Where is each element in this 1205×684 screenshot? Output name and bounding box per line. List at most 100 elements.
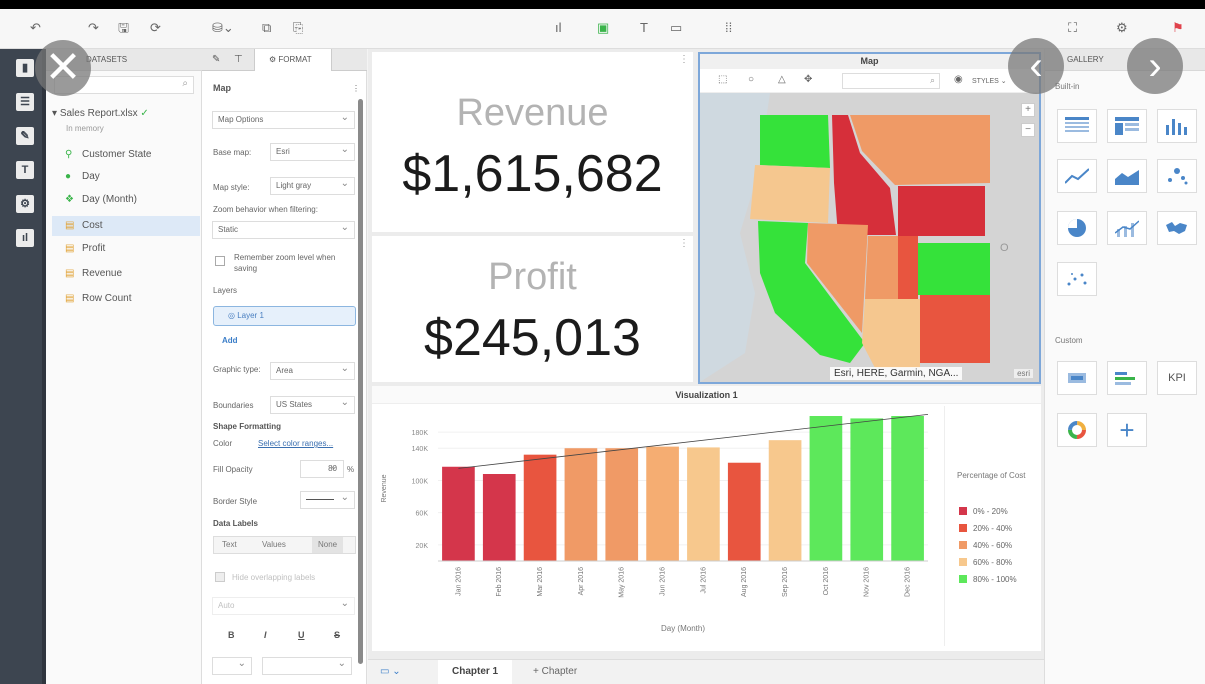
filter-icon[interactable]: T [16,161,34,179]
italic-button[interactable]: I [264,630,267,640]
bar-chart[interactable]: 180K 140K 100K 60K 20K Revenue Jan 2016 Feb 201… [372,406,944,651]
undo-icon[interactable]: ↶ [30,19,41,37]
state-arizona[interactable] [862,299,920,368]
map-options-select[interactable]: Map Options [212,110,355,129]
data-icon[interactable]: ☰ [16,93,34,111]
chart-bar[interactable] [809,416,843,561]
visualization-card[interactable]: Visualization 1 180K 140K 100K 60K 20K Revenu… [372,386,1041,651]
field-day-month[interactable]: ❖ Day (Month) [65,190,200,210]
state-wyoming[interactable] [898,186,985,236]
revenue-kpi-card[interactable]: Revenue $1,615,682 ⋮ [372,52,693,232]
custom-bar-icon[interactable] [1107,361,1147,395]
map-search-input[interactable]: ⌕ [842,73,940,89]
fullscreen-icon[interactable]: ⛶ [1068,19,1077,37]
strike-button[interactable]: S [334,630,340,640]
field-cost[interactable]: ▤ Cost [52,216,200,236]
table-chart-icon[interactable] [1057,109,1097,143]
legend-item[interactable]: 20% - 40% [959,524,1012,534]
device-preview-icon[interactable]: ▭ ⌄ [380,660,401,684]
select-polygon-icon[interactable]: △ [778,74,786,85]
text-icon[interactable]: T [640,19,648,37]
chapter-1-tab[interactable]: Chapter 1 [438,660,513,684]
scatter-chart-icon[interactable] [1157,159,1197,193]
legend-item[interactable]: 0% - 20% [959,507,1008,517]
label-position-select[interactable]: Auto [212,596,355,615]
chart-bar[interactable] [646,446,679,561]
underline-button[interactable]: U [298,630,305,640]
settings-icon[interactable]: ⚙ [1116,19,1128,37]
redo-icon[interactable]: ↷ [88,19,99,37]
chart-bar[interactable] [564,448,598,561]
state-colorado[interactable] [918,243,990,295]
map-chart-icon[interactable] [1157,211,1197,245]
state-utah-east[interactable] [898,236,918,299]
chart-bar[interactable] [727,462,761,561]
pie-chart-icon[interactable] [1057,211,1097,245]
zoom-out-button[interactable]: − [1021,123,1035,137]
pan-icon[interactable]: ✥ [804,74,812,85]
area-chart-icon[interactable] [1107,159,1147,193]
kpi-widget-icon[interactable]: KPI [1157,361,1197,395]
revenue-more-icon[interactable]: ⋮ [679,54,689,65]
donut-chart-icon[interactable] [1057,413,1097,447]
settings-rail-icon[interactable]: ⚙ [16,195,34,213]
font-family-select[interactable] [262,656,352,675]
grid-icon[interactable]: ⁞⁞ [725,19,732,37]
chart-bar[interactable] [891,416,924,561]
field-row-count[interactable]: ▤ Row Count [65,289,200,309]
font-size-select[interactable] [212,656,252,675]
bar-chart-icon[interactable] [1157,109,1197,143]
field-profit[interactable]: ▤ Profit [65,239,200,259]
seg-none[interactable]: None [312,537,344,553]
select-rect-icon[interactable]: ⬚ [718,74,727,85]
pivot-chart-icon[interactable] [1107,109,1147,143]
globe-icon[interactable]: ◉ [954,74,963,85]
analytics-icon[interactable]: ıl [16,229,34,247]
select-color-ranges-link[interactable]: Select color ranges... [258,438,333,449]
base-map-select[interactable]: Esri [270,142,355,161]
chart-icon[interactable]: ıl [555,19,562,37]
field-day[interactable]: ● Day [65,167,200,187]
zoom-in-button[interactable]: + [1021,103,1035,117]
layer-1-item[interactable]: ◎ Layer 1 [213,306,356,326]
chart-bar[interactable] [687,447,720,561]
chart-bar[interactable] [605,448,639,561]
copy-icon[interactable]: ⧉ [262,19,271,37]
styles-dropdown[interactable]: STYLES ⌄ [972,77,1007,85]
chart-bar[interactable] [850,418,884,561]
paste-icon[interactable]: ⎘ [293,19,303,37]
border-style-select[interactable] [300,490,355,509]
state-oregon[interactable] [750,165,830,223]
combo-chart-icon[interactable] [1107,211,1147,245]
graphic-type-select[interactable]: Area [270,361,355,380]
map-style-select[interactable]: Light gray [270,176,355,195]
remember-zoom-checkbox[interactable] [215,256,225,266]
edit-icon[interactable]: ✎ [16,127,34,145]
custom-widget-icon[interactable] [1057,361,1097,395]
tab-format[interactable]: ⚙ FORMAT [254,49,332,71]
save-icon[interactable]: 🖫 [118,19,129,37]
legend-item[interactable]: 40% - 60% [959,541,1012,551]
seg-values[interactable]: Values [262,537,286,553]
us-west-map[interactable]: O [700,93,1039,382]
fill-opacity-input[interactable]: 80 [300,459,344,478]
field-customer-state[interactable]: ⚲ Customer State [65,145,200,165]
seg-text[interactable]: Text [222,537,237,553]
dataset-file[interactable]: ▾ Sales Report.xlsx ✓ [52,108,149,119]
chart-bar[interactable] [482,474,516,561]
profit-kpi-card[interactable]: Profit $245,013 ⋮ [372,236,693,382]
add-custom-icon[interactable]: + [1107,413,1147,447]
more-icon[interactable]: ⋮ [352,83,360,94]
legend-item[interactable]: 80% - 100% [959,575,1017,585]
image-icon[interactable]: ▣ [597,19,609,37]
refresh-icon[interactable]: ⟳ [150,19,161,37]
comment-icon[interactable]: ⚑ [1172,19,1184,37]
line-chart-icon[interactable] [1057,159,1097,193]
state-new-mexico[interactable] [920,295,990,363]
chart-bar[interactable] [442,466,475,561]
format-scrollbar[interactable] [358,99,363,664]
bubble-chart-icon[interactable] [1057,262,1097,296]
bold-button[interactable]: B [228,630,235,640]
hide-overlapping-checkbox[interactable] [215,572,225,582]
profit-more-icon[interactable]: ⋮ [679,238,689,249]
